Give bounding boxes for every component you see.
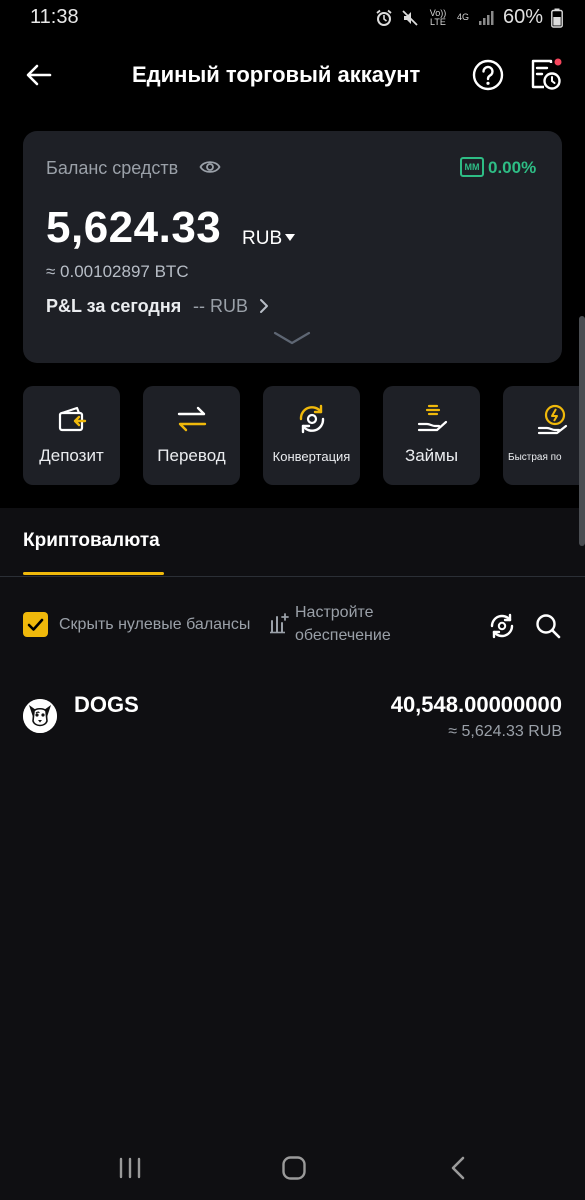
help-question-icon[interactable]	[471, 58, 505, 92]
battery-percent: 60%	[502, 6, 543, 28]
mute-icon	[402, 9, 418, 26]
balance-amount: 5,624.33	[46, 203, 222, 252]
margin-ratio-badge: MM	[460, 157, 484, 177]
deposit-label: Депозит	[39, 446, 104, 465]
chevron-right-icon[interactable]	[257, 297, 271, 315]
hide-zero-label[interactable]: Скрыть нулевые балансы	[59, 616, 250, 634]
asset-row[interactable]: DOGS 40,548.00000000 ≈ 5,624.33 RUB	[0, 684, 585, 744]
eye-icon[interactable]	[199, 158, 221, 176]
status-icons: Vo)) LTE 4G 60%	[375, 6, 563, 29]
flash-loan-icon	[537, 404, 568, 435]
dogs-logo-icon	[23, 699, 57, 733]
convert-cycle-icon	[299, 404, 325, 434]
status-time: 11:38	[30, 6, 79, 28]
hide-zero-checkbox[interactable]	[23, 612, 48, 637]
app-header: Единый торговый аккаунт	[0, 50, 585, 100]
transfer-button[interactable]: Перевод	[143, 386, 240, 485]
transfer-arrows-icon	[177, 406, 207, 432]
dog-face-icon	[23, 699, 57, 733]
collateral-settings-link[interactable]: Настройте обеспечение	[295, 601, 415, 647]
flash-loan-button[interactable]: Быстрая по	[503, 386, 585, 485]
convert-small-balances-icon[interactable]	[488, 612, 516, 640]
pnl-value[interactable]: -- RUB	[193, 296, 248, 317]
system-nav-bar	[0, 1140, 585, 1200]
flash-loan-label: Быстрая по	[508, 452, 562, 463]
loans-label: Займы	[404, 446, 459, 465]
checkmark-icon	[27, 618, 44, 631]
battery-icon	[551, 8, 563, 28]
page-title: Единый торговый аккаунт	[132, 62, 421, 87]
network-4g-indicator: 4G	[456, 12, 469, 22]
deposit-button[interactable]: Депозит	[23, 386, 120, 485]
tab-divider	[0, 576, 585, 577]
asset-name: DOGS	[74, 692, 139, 717]
active-tab-indicator	[23, 572, 164, 575]
caret-down-icon[interactable]	[285, 234, 295, 241]
home-icon[interactable]	[281, 1155, 307, 1181]
wallet-deposit-icon	[58, 406, 87, 432]
collateral-settings-icon[interactable]	[269, 612, 289, 634]
history-document-icon[interactable]	[527, 56, 563, 92]
asset-fiat-value: ≈ 5,624.33 RUB	[448, 723, 562, 740]
search-icon[interactable]	[534, 612, 562, 640]
screen: 11:38 Vo)) LTE 4G 60% Единый торговый ак…	[0, 0, 585, 1200]
balance-card: Баланс средств MM 0.00% 5,624.33 RUB ≈ 0…	[23, 131, 562, 363]
signal-icon	[478, 10, 494, 25]
convert-button[interactable]: Конвертация	[263, 386, 360, 485]
alarm-icon	[376, 9, 392, 26]
transfer-label: Перевод	[157, 446, 226, 465]
loans-button[interactable]: Займы	[383, 386, 480, 485]
assets-panel: Криптовалюта Скрыть нулевые балансы Наст…	[0, 508, 585, 1200]
pnl-label[interactable]: P&L за сегодня	[46, 296, 181, 317]
convert-label: Конвертация	[272, 449, 351, 464]
tab-crypto[interactable]: Криптовалюта	[23, 530, 160, 552]
currency-selector[interactable]: RUB	[242, 228, 282, 250]
margin-ratio-value: 0.00%	[488, 158, 537, 177]
back-arrow-icon[interactable]	[22, 58, 56, 92]
loan-hand-icon	[417, 404, 448, 432]
balance-label: Баланс средств	[46, 158, 179, 178]
recents-icon[interactable]	[117, 1157, 143, 1179]
nav-back-icon[interactable]	[448, 1155, 468, 1181]
asset-amount: 40,548.00000000	[390, 692, 562, 717]
quick-actions: Депозит Перевод Конвертация Займы Быстра…	[0, 386, 585, 486]
btc-equivalent: ≈ 0.00102897 BTC	[46, 262, 189, 281]
edge-panel-handle[interactable]	[579, 316, 585, 546]
volte-indicator: Vo)) LTE	[429, 7, 447, 27]
expand-chevron-down-icon[interactable]	[272, 329, 312, 347]
status-bar: 11:38 Vo)) LTE 4G 60%	[0, 0, 585, 34]
